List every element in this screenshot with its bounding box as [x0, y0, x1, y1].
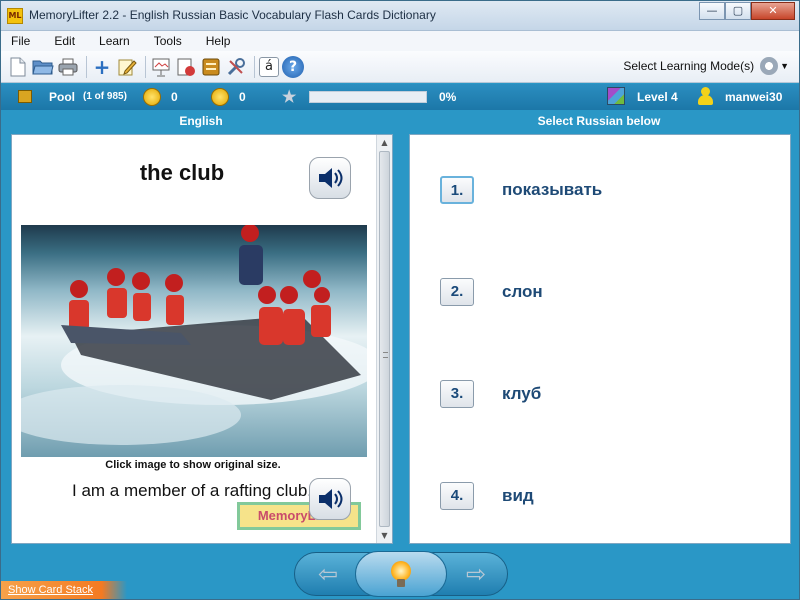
app-window: ML MemoryLifter 2.2 - English Russian Ba…	[0, 0, 800, 600]
print-icon[interactable]	[57, 56, 79, 78]
level-boxes-icon	[607, 87, 625, 105]
menu-edit[interactable]: Edit	[54, 34, 75, 48]
menu-file[interactable]: File	[11, 34, 30, 48]
pool-count: (1 of 985)	[83, 91, 127, 102]
wrong-smiley-icon	[211, 88, 229, 106]
edit-icon[interactable]	[116, 56, 138, 78]
question-language-label: English	[179, 114, 223, 128]
answer-number[interactable]: 4.	[440, 482, 474, 510]
answer-option-1[interactable]: 1. показывать	[440, 173, 770, 207]
answer-text[interactable]: показывать	[502, 180, 602, 200]
menu-bar: File Edit Learn Tools Help	[1, 31, 799, 51]
title-bar: ML MemoryLifter 2.2 - English Russian Ba…	[1, 1, 799, 31]
app-logo-icon: ML	[7, 8, 23, 24]
help-glyph: ?	[288, 58, 298, 75]
minimize-button[interactable]: —	[699, 2, 725, 20]
image-caption: Click image to show original size.	[105, 459, 281, 471]
answer-option-4[interactable]: 4. вид	[440, 479, 770, 513]
toolbar-separator	[254, 55, 255, 78]
user-icon	[697, 87, 713, 105]
card-box-icon[interactable]	[200, 56, 222, 78]
lightbulb-icon	[391, 561, 411, 587]
add-card-icon[interactable]: +	[91, 54, 113, 79]
window-title: MemoryLifter 2.2 - English Russian Basic…	[29, 8, 436, 22]
answer-panel: 1. показывать 2. слон 3. клуб 4. вид	[409, 134, 791, 544]
wrong-count: 0	[239, 90, 246, 104]
correct-smiley-icon	[143, 88, 161, 106]
previous-card-button[interactable]: ⇦	[304, 554, 352, 594]
hint-button[interactable]	[355, 551, 447, 597]
menu-tools[interactable]: Tools	[154, 34, 182, 48]
gear-icon	[760, 57, 779, 75]
star-icon: ★	[282, 89, 297, 106]
answer-text[interactable]: слон	[502, 282, 543, 302]
speaker-icon	[319, 489, 343, 509]
learning-mode-label: Select Learning Mode(s)	[623, 59, 755, 73]
question-word: the club	[139, 160, 225, 185]
answer-number[interactable]: 3.	[440, 380, 474, 408]
scroll-up-arrow-icon[interactable]: ▲	[377, 135, 392, 150]
question-card: the club Click image to show original si…	[11, 134, 393, 544]
level-label: Level 4	[637, 90, 678, 104]
tools-icon[interactable]	[225, 56, 247, 78]
learning-mode-selector[interactable]: Select Learning Mode(s) ▼	[623, 57, 789, 75]
add-card-glyph: +	[93, 54, 111, 79]
example-sentence: I am a member of a rafting club.	[72, 481, 312, 500]
pool-icon	[18, 90, 32, 103]
menu-learn[interactable]: Learn	[99, 34, 130, 48]
answer-option-3[interactable]: 3. клуб	[440, 377, 770, 411]
toolbar-separator	[86, 55, 87, 78]
character-map-glyph: á	[265, 59, 273, 74]
scrollbar-thumb[interactable]	[379, 151, 390, 527]
answer-option-2[interactable]: 2. слон	[440, 275, 770, 309]
username: manwei30	[725, 90, 783, 104]
answer-number[interactable]: 2.	[440, 278, 474, 306]
correct-count: 0	[171, 90, 178, 104]
play-word-audio-button[interactable]	[309, 157, 351, 199]
maximize-button[interactable]: ▢	[725, 2, 751, 20]
window-controls: — ▢ ✕	[699, 2, 795, 22]
slideshow-icon[interactable]	[150, 56, 172, 78]
answer-text[interactable]: клуб	[502, 384, 541, 404]
open-folder-icon[interactable]	[32, 56, 54, 78]
scrollbar-grip	[383, 352, 388, 358]
toolbar: + á ? Select Learning Mode(s) ▼	[1, 51, 799, 83]
rafting-photo	[21, 225, 367, 445]
speaker-icon	[319, 168, 343, 188]
answer-number[interactable]: 1.	[440, 176, 474, 204]
chevron-down-icon: ▼	[780, 61, 789, 71]
progress-percent: 0%	[439, 90, 457, 104]
play-sentence-audio-button[interactable]	[309, 478, 351, 520]
progress-bar	[309, 91, 427, 103]
character-map-icon[interactable]: á	[259, 56, 279, 77]
toolbar-separator	[145, 55, 146, 78]
show-card-stack-link[interactable]: Show Card Stack	[1, 581, 127, 599]
card-image[interactable]	[21, 225, 367, 457]
answer-text[interactable]: вид	[502, 486, 534, 506]
statistics-icon[interactable]	[175, 56, 197, 78]
help-icon[interactable]: ?	[282, 55, 304, 78]
next-card-button[interactable]: ⇨	[452, 554, 500, 594]
new-file-icon[interactable]	[7, 56, 29, 78]
scroll-down-arrow-icon[interactable]: ▼	[377, 528, 392, 543]
card-scrollbar[interactable]: ▲ ▼	[376, 135, 392, 543]
status-bar: Pool (1 of 985) 0 0 ★ 0% Level 4 manwei3…	[1, 84, 799, 110]
close-button[interactable]: ✕	[751, 2, 795, 20]
arrow-left-icon: ⇦	[317, 560, 339, 588]
pool-label[interactable]: Pool	[49, 90, 75, 104]
menu-help[interactable]: Help	[206, 34, 231, 48]
arrow-right-icon: ⇨	[465, 560, 487, 588]
answer-header-label: Select Russian below	[537, 114, 661, 128]
